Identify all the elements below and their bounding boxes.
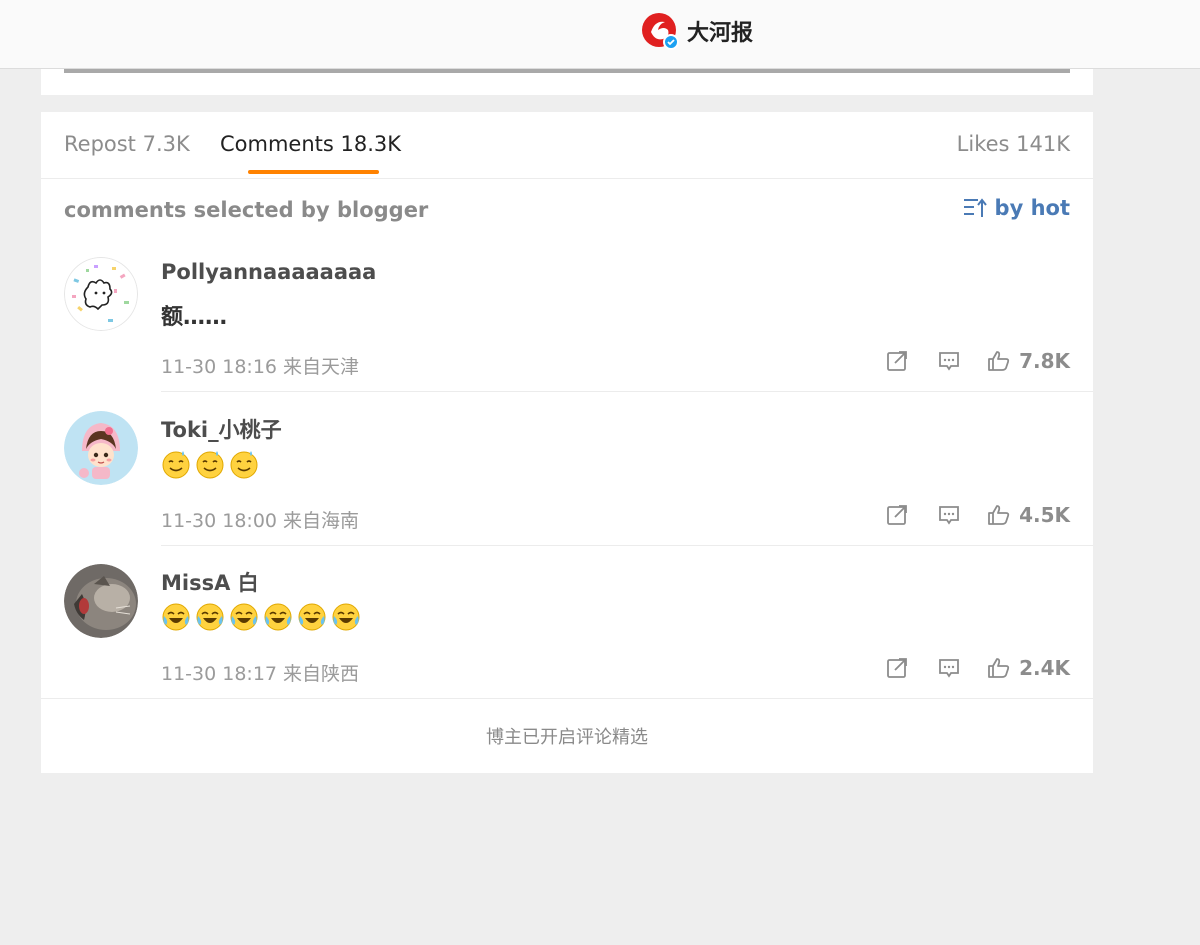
smiling-sweat-emoji-icon	[162, 451, 190, 479]
top-bar: 大河报	[0, 0, 1200, 69]
like-button[interactable]: 7.8K	[987, 349, 1070, 373]
like-button[interactable]: 2.4K	[987, 656, 1070, 680]
comment-username[interactable]: Pollyannaaaaaaaa	[161, 260, 376, 284]
comment-meta: 11-30 18:00 来自海南	[161, 510, 360, 532]
reply-icon[interactable]	[937, 349, 961, 373]
comment-item: Toki_小桃子 11-30 18:00 来自海南 4.5K	[41, 393, 1093, 546]
sort-icon	[963, 198, 987, 217]
share-icon[interactable]	[885, 503, 909, 527]
crying-laughing-emoji-icon	[298, 603, 326, 631]
crying-laughing-emoji-icon	[332, 603, 360, 631]
reply-icon[interactable]	[937, 656, 961, 680]
comment-emoji-row	[161, 449, 263, 479]
smiling-sweat-emoji-icon	[196, 451, 224, 479]
crying-laughing-emoji-icon	[264, 603, 292, 631]
active-tab-indicator	[248, 170, 379, 174]
sort-by-hot-button[interactable]: by hot	[963, 196, 1070, 220]
thumbs-up-icon	[988, 351, 1010, 371]
comment-actions: 7.8K	[885, 349, 1070, 373]
post-media-strip	[64, 69, 1070, 73]
tab-likes[interactable]: Likes 141K	[957, 132, 1070, 156]
like-count: 2.4K	[1019, 656, 1070, 680]
comment-divider	[161, 391, 1093, 392]
comment-emoji-row	[161, 602, 365, 632]
brand-logo-icon	[641, 12, 679, 50]
share-icon[interactable]	[885, 349, 909, 373]
like-button[interactable]: 4.5K	[987, 503, 1070, 527]
comment-actions: 4.5K	[885, 503, 1070, 527]
tab-bar: Repost 7.3K Comments 18.3K Likes 141K	[41, 112, 1093, 179]
comment-meta: 11-30 18:17 来自陕西	[161, 663, 360, 685]
share-icon[interactable]	[885, 656, 909, 680]
comments-subheader: comments selected by blogger by hot	[41, 179, 1093, 239]
smiling-sweat-emoji-icon	[230, 451, 258, 479]
avatar[interactable]	[64, 257, 138, 331]
comments-panel: Repost 7.3K Comments 18.3K Likes 141K co…	[41, 112, 1093, 773]
comment-text: 额……	[161, 305, 228, 330]
reply-icon[interactable]	[937, 503, 961, 527]
selected-comments-label: comments selected by blogger	[64, 198, 429, 222]
like-count: 7.8K	[1019, 349, 1070, 373]
comment-selection-note: 博主已开启评论精选	[486, 727, 648, 748]
brand-name: 大河报	[687, 21, 754, 46]
post-card-bottom	[41, 69, 1093, 95]
comment-meta: 11-30 18:16 来自天津	[161, 356, 360, 378]
tab-comments[interactable]: Comments 18.3K	[220, 132, 401, 156]
avatar[interactable]	[64, 564, 138, 638]
comment-username[interactable]: MissA 白	[161, 567, 259, 597]
thumbs-up-icon	[988, 505, 1010, 525]
comment-actions: 2.4K	[885, 656, 1070, 680]
comment-username[interactable]: Toki_小桃子	[161, 414, 282, 444]
sort-label: by hot	[994, 196, 1070, 220]
crying-laughing-emoji-icon	[230, 603, 258, 631]
comment-item: MissA 白 11-30 18:17 来自陕西 2.4K	[41, 546, 1093, 699]
avatar[interactable]	[64, 411, 138, 485]
like-count: 4.5K	[1019, 503, 1070, 527]
crying-laughing-emoji-icon	[196, 603, 224, 631]
thumbs-up-icon	[988, 658, 1010, 678]
comment-item: Pollyannaaaaaaaa 额…… 11-30 18:16 来自天津 7.…	[41, 239, 1093, 392]
crying-laughing-emoji-icon	[162, 603, 190, 631]
brand[interactable]: 大河报	[641, 12, 753, 50]
tab-repost[interactable]: Repost 7.3K	[64, 132, 190, 156]
